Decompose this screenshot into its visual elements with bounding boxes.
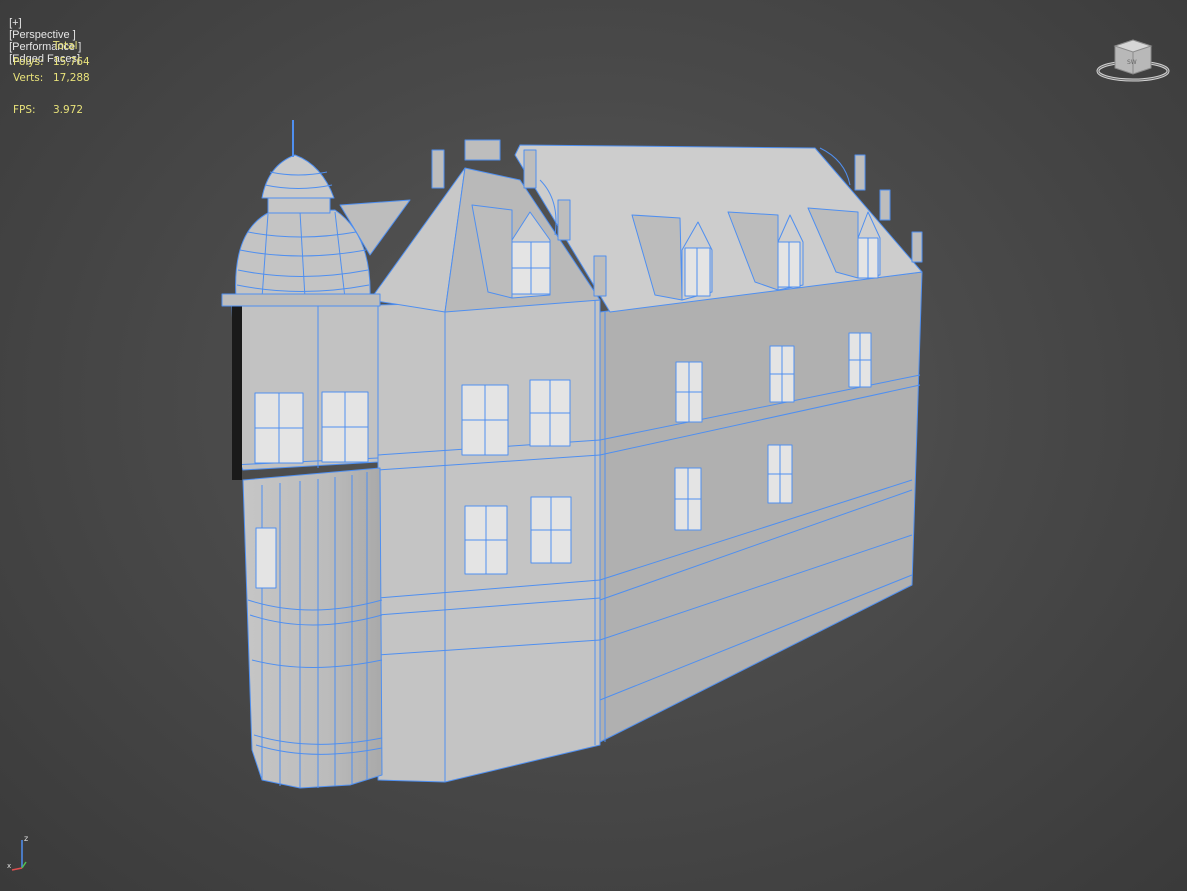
right-facade [599, 271, 923, 743]
chimney [464, 139, 501, 161]
pinnacle [854, 154, 866, 191]
pinnacle [557, 199, 571, 241]
pinnacle [523, 149, 537, 189]
pinnacle [431, 149, 445, 189]
axis-x-label: x [7, 862, 11, 870]
pinnacle [879, 189, 891, 221]
building-model[interactable] [0, 0, 1187, 891]
tower-cupola [261, 154, 335, 199]
window [255, 527, 277, 589]
pinnacle [911, 231, 923, 263]
axis-z-label: z [24, 834, 28, 843]
tower-body [242, 467, 383, 789]
axis-tripod-icon: z x [7, 834, 28, 871]
pinnacle [593, 255, 607, 297]
